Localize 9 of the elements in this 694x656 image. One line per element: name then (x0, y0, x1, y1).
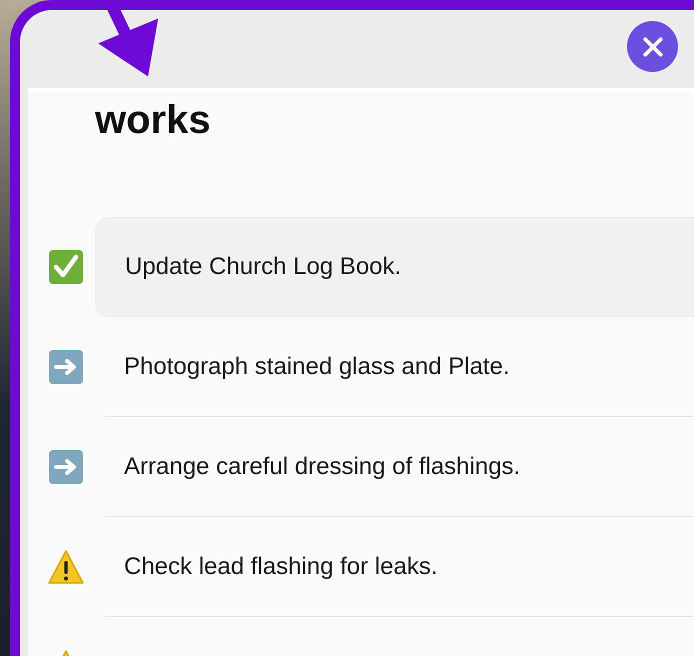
task-item[interactable]: Update Church Log Book. (95, 217, 694, 317)
check-mark-icon (48, 249, 84, 285)
task-item[interactable]: Arrange careful dressing of flashings. (105, 417, 694, 517)
page-title: works (94, 97, 212, 144)
close-icon (642, 36, 664, 58)
warning-icon (61, 650, 71, 656)
task-item[interactable]: Photograph stained glass and Plate. (105, 317, 694, 417)
task-item[interactable]: Check lead flashing for leaks. (105, 517, 694, 617)
warning-icon (48, 549, 84, 585)
